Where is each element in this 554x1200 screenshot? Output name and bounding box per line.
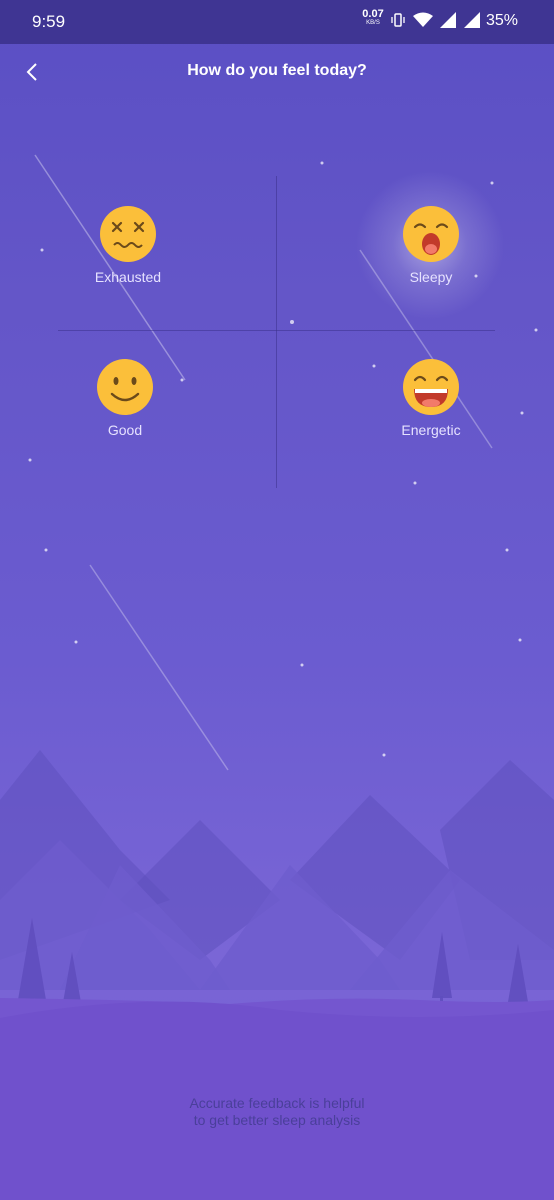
- vibrate-icon: [391, 13, 405, 27]
- status-time: 9:59: [32, 12, 66, 31]
- night-sky-background: [0, 154, 554, 1200]
- page-title: How do you feel today?: [187, 62, 367, 79]
- grinning-face-icon: [403, 359, 459, 415]
- feedback-note-line2: to get better sleep analysis: [193, 1112, 361, 1128]
- mood-energetic[interactable]: Energetic: [361, 358, 501, 438]
- mood-label-sleepy: Sleepy: [409, 269, 453, 285]
- feedback-note-line1: Accurate feedback is helpful: [189, 1095, 365, 1111]
- network-speed-value: 0.07: [362, 8, 384, 20]
- mood-sleepy[interactable]: Sleepy: [361, 205, 501, 285]
- network-speed: 0.07 KB/S: [360, 8, 386, 28]
- dizzy-face-icon: [100, 206, 156, 262]
- network-speed-unit: KB/S: [366, 20, 380, 26]
- app-header: How do you feel today?: [0, 44, 554, 100]
- mood-label-energetic: Energetic: [401, 422, 461, 438]
- mood-label-good: Good: [107, 422, 143, 438]
- grid-divider-vertical: [276, 176, 277, 488]
- mood-exhausted[interactable]: Exhausted: [58, 205, 198, 285]
- sleepy-face-icon: [403, 206, 459, 262]
- wifi-icon: [413, 12, 433, 27]
- battery-percent: 35%: [485, 12, 518, 29]
- smiling-face-icon: [97, 359, 153, 415]
- status-bar: 9:59 0.07 KB/S 35%: [0, 0, 554, 44]
- mood-label-exhausted: Exhausted: [94, 269, 162, 285]
- signal-icon-2: [464, 12, 480, 28]
- signal-icon: [440, 12, 456, 28]
- feedback-note: Accurate feedback is helpful to get bett…: [0, 1095, 554, 1129]
- status-icons: [390, 12, 481, 28]
- mood-good[interactable]: Good: [55, 358, 195, 438]
